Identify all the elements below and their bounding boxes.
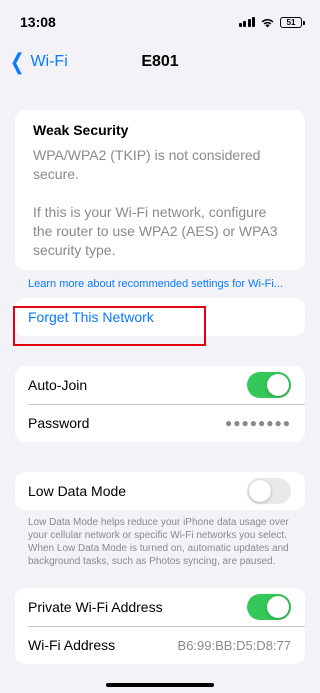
status-time: 13:08 — [20, 14, 56, 30]
back-button[interactable]: ❮ Wi-Fi — [8, 51, 68, 73]
cellular-signal-icon — [238, 17, 255, 27]
low-data-group: Low Data Mode — [15, 472, 305, 510]
status-bar: 13:08 51 — [0, 0, 320, 44]
back-label: Wi-Fi — [30, 53, 68, 70]
wifi-address-value: B6:99:BB:D5:D8:77 — [177, 637, 291, 653]
warning-text-2: If this is your Wi-Fi network, configure… — [33, 204, 278, 258]
auto-join-row: Auto-Join — [15, 366, 305, 404]
home-indicator[interactable] — [106, 683, 214, 687]
warning-title: Weak Security — [33, 122, 129, 138]
wifi-icon — [261, 18, 274, 27]
low-data-row: Low Data Mode — [15, 472, 305, 510]
password-mask: ●●●●●●●● — [225, 416, 291, 430]
private-address-row: Private Wi-Fi Address — [15, 588, 305, 626]
chevron-left-icon: ❮ — [9, 49, 25, 74]
highlight-box — [13, 306, 206, 346]
warning-text-1: WPA/WPA2 (TKIP) is not considered secure… — [33, 147, 261, 182]
navigation-bar: ❮ Wi-Fi E801 — [0, 44, 320, 80]
address-group: Private Wi-Fi Address Wi-Fi Address B6:9… — [15, 588, 305, 664]
join-settings-group: Auto-Join Password ●●●●●●●● — [15, 366, 305, 442]
wifi-address-label: Wi-Fi Address — [28, 637, 116, 653]
auto-join-label: Auto-Join — [28, 377, 88, 393]
wifi-address-row: Wi-Fi Address B6:99:BB:D5:D8:77 — [15, 626, 305, 664]
private-address-toggle[interactable] — [247, 594, 291, 620]
low-data-toggle[interactable] — [247, 478, 291, 504]
low-data-label: Low Data Mode — [28, 483, 127, 499]
auto-join-toggle[interactable] — [247, 372, 291, 398]
weak-security-card: Weak Security WPA/WPA2 (TKIP) is not con… — [15, 110, 305, 270]
low-data-footnote: Low Data Mode helps reduce your iPhone d… — [28, 517, 289, 567]
private-address-label: Private Wi-Fi Address — [28, 599, 163, 615]
password-label: Password — [28, 415, 90, 431]
battery-icon: 51 — [280, 16, 305, 28]
password-row[interactable]: Password ●●●●●●●● — [15, 404, 305, 442]
status-icons: 51 — [238, 16, 305, 28]
battery-level: 51 — [286, 17, 296, 27]
learn-more-link[interactable]: Learn more about recommended settings fo… — [28, 277, 292, 292]
